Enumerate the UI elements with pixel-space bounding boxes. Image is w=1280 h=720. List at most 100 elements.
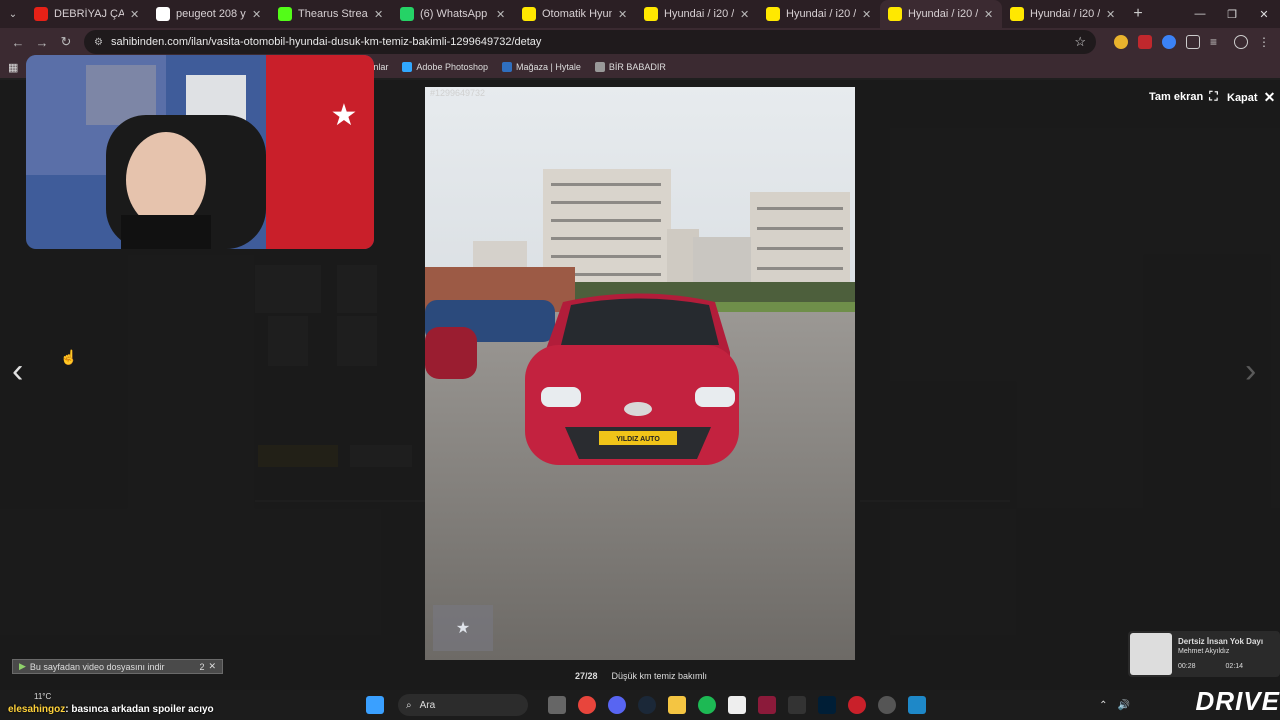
listing-photo: YILDIZ AUTO ★ xyxy=(425,87,855,660)
tab-1[interactable]: peugeot 208 yan otom ✕ xyxy=(148,0,270,28)
puzzle-icon[interactable] xyxy=(1186,35,1200,49)
sahibinden-icon xyxy=(644,7,658,21)
play-icon: ▶ xyxy=(19,661,26,671)
menu-icon[interactable]: ⋮ xyxy=(1258,35,1272,49)
reload-icon[interactable]: ↻ xyxy=(54,30,78,54)
download-count: 2 xyxy=(199,661,205,672)
forward-icon[interactable]: → xyxy=(30,30,54,54)
back-icon[interactable]: ← xyxy=(6,30,30,54)
tab-close-icon[interactable]: ✕ xyxy=(984,8,994,21)
tab-close-icon[interactable]: ✕ xyxy=(862,8,872,21)
restore-icon[interactable]: ❐ xyxy=(1216,0,1248,28)
app-icon[interactable] xyxy=(758,696,776,714)
spotify-icon[interactable] xyxy=(698,696,716,714)
search-icon: ⌕ xyxy=(406,699,412,711)
photoshop-icon[interactable] xyxy=(818,696,836,714)
site-info-icon[interactable]: ⚙ xyxy=(94,37,103,48)
tab-close-icon[interactable]: ✕ xyxy=(374,8,384,21)
taskbar-search[interactable]: ⌕ Ara xyxy=(398,694,528,716)
tray-chevron-icon[interactable]: ⌃ xyxy=(1099,700,1107,711)
task-view-icon[interactable] xyxy=(548,696,566,714)
plate-text: YILDIZ AUTO xyxy=(616,436,660,443)
tab-strip: ⌄ DEBRİYAJ ÇATAL ARIZ✕peugeot 208 yan ot… xyxy=(0,0,1280,28)
extension-icon[interactable] xyxy=(1114,35,1128,49)
dismiss-icon[interactable]: ✕ xyxy=(208,661,216,672)
tab-search-icon[interactable]: ⌄ xyxy=(0,0,26,28)
tab-close-icon[interactable]: ✕ xyxy=(740,8,750,21)
album-art xyxy=(1130,633,1172,675)
volume-icon[interactable]: 🔊 xyxy=(1118,700,1130,711)
start-icon[interactable] xyxy=(366,696,384,714)
tab-8[interactable]: Hyundai / i20 / 1.4 M ✕ xyxy=(1002,0,1124,28)
video-download-bar[interactable]: ▶ Bu sayfadan video dosyasını indir 2 ✕ xyxy=(12,659,223,674)
song-title: Dertsiz İnsan Yok Dayı xyxy=(1178,637,1264,646)
app-icon[interactable] xyxy=(728,696,746,714)
svg-text:★: ★ xyxy=(456,618,470,637)
tab-0[interactable]: DEBRİYAJ ÇATAL ARIZ ✕ xyxy=(26,0,148,28)
steam-icon[interactable] xyxy=(638,696,656,714)
extensions: ≡ ⋮ xyxy=(1114,35,1272,49)
previous-arrow-icon[interactable]: ‹ xyxy=(12,352,23,391)
sahibinden-icon xyxy=(766,7,780,21)
tab-2[interactable]: Thearus Stream - Wa ✕ xyxy=(270,0,392,28)
listing-id: #1299649732 xyxy=(430,88,486,98)
tab-5[interactable]: Hyundai / i20 / 1.4 M ✕ xyxy=(636,0,758,28)
tab-close-icon[interactable]: ✕ xyxy=(496,8,506,21)
elapsed-time: 00:28 xyxy=(1178,663,1196,670)
tab-close-icon[interactable]: ✕ xyxy=(130,8,140,21)
weather-temp: 11°C xyxy=(34,692,52,701)
tab-close-icon[interactable]: ✕ xyxy=(1106,8,1116,21)
tab-title: (6) WhatsApp xyxy=(420,8,488,20)
tab-6[interactable]: Hyundai / i20 / 1.4 M ✕ xyxy=(758,0,880,28)
tab-title: Hyundai / i20 / 1.4 M xyxy=(664,8,734,20)
tab-7[interactable]: Hyundai / i20 / 1.4 M ✕ xyxy=(880,0,1002,28)
bookmark-item[interactable]: Adobe Photoshop xyxy=(402,62,488,72)
caption-text: Düşük km temiz bakımlı xyxy=(611,671,708,681)
close-button[interactable]: Kapat ✕ xyxy=(1227,89,1275,106)
tab-title: Hyundai / i20 / 1.4 M xyxy=(1030,8,1100,20)
stream-logo: DRIVE xyxy=(1195,686,1280,716)
whatsapp-icon xyxy=(400,7,414,21)
app-icon[interactable] xyxy=(848,696,866,714)
tab-close-icon[interactable]: ✕ xyxy=(618,8,628,21)
weather-widget[interactable]: 11°C xyxy=(34,692,51,701)
bookmark-icon xyxy=(594,62,605,72)
extension-icon[interactable] xyxy=(1162,35,1176,49)
sahibinden-icon xyxy=(522,7,536,21)
fullscreen-button[interactable]: Tam ekran ⛶ xyxy=(1149,89,1218,104)
bookmark-label: Adobe Photoshop xyxy=(416,62,488,72)
reading-list-icon[interactable]: ≡ xyxy=(1210,35,1224,49)
sahibinden-icon xyxy=(888,7,902,21)
chat-username: elesahingoz xyxy=(8,704,66,715)
mouse-cursor-icon: ☝ xyxy=(60,349,78,365)
discord-icon[interactable] xyxy=(608,696,626,714)
url-text: sahibinden.com/ilan/vasita-otomobil-hyun… xyxy=(110,36,542,48)
tab-4[interactable]: Otomatik Hyundai i2 ✕ xyxy=(514,0,636,28)
folder-icon[interactable] xyxy=(668,696,686,714)
chrome-icon[interactable] xyxy=(578,696,596,714)
tab-title: Hyundai / i20 / 1.4 M xyxy=(786,8,856,20)
bookmark-star-icon[interactable]: ☆ xyxy=(1074,34,1086,50)
minimize-icon[interactable]: — xyxy=(1184,0,1216,28)
photo-caption: 27/28 Düşük km temiz bakımlı xyxy=(575,671,707,681)
extension-icon[interactable] xyxy=(1138,35,1152,49)
screen: ⌄ DEBRİYAJ ÇATAL ARIZ✕peugeot 208 yan ot… xyxy=(0,0,1280,720)
youtube-icon xyxy=(34,7,48,21)
bookmark-item[interactable]: Mağaza | Hytale xyxy=(501,62,581,72)
apps-icon[interactable]: ▦ xyxy=(8,61,18,74)
bookmark-item[interactable]: nlar xyxy=(373,62,388,72)
profile-icon[interactable] xyxy=(1234,35,1248,49)
tab-3[interactable]: (6) WhatsApp ✕ xyxy=(392,0,514,28)
webcam-overlay: ★ xyxy=(26,55,374,249)
address-bar[interactable]: ⚙ sahibinden.com/ilan/vasita-otomobil-hy… xyxy=(84,30,1096,54)
next-arrow-icon[interactable]: › xyxy=(1245,352,1256,391)
tab-close-icon[interactable]: ✕ xyxy=(252,8,262,21)
fullscreen-icon: ⛶ xyxy=(1209,89,1218,103)
bookmark-item[interactable]: BİR BABADIR xyxy=(594,62,666,72)
app-icon[interactable] xyxy=(908,696,926,714)
new-tab-button[interactable]: + xyxy=(1124,5,1152,23)
close-window-icon[interactable]: ✕ xyxy=(1248,0,1280,28)
app-icon[interactable] xyxy=(878,696,896,714)
epic-games-icon[interactable] xyxy=(788,696,806,714)
close-icon: ✕ xyxy=(1263,89,1276,105)
